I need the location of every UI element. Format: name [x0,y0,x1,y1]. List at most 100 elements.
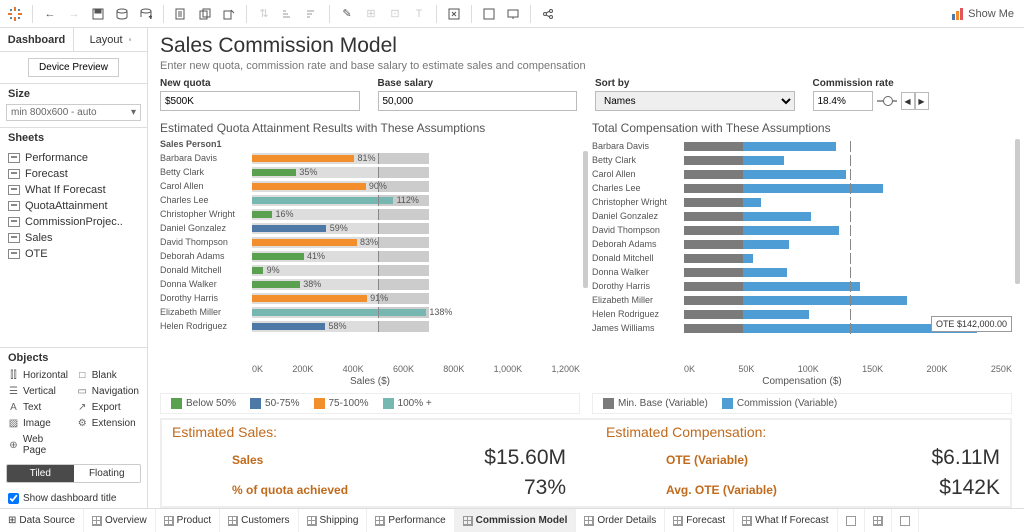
legend-item: 100% + [383,398,432,409]
bottom-tab[interactable]: Product [156,509,220,532]
new-datasource-icon[interactable] [111,3,133,25]
object-text[interactable]: AText [4,400,73,415]
sort-asc-icon[interactable] [277,3,299,25]
object-export[interactable]: ↗Export [73,400,143,415]
new-dashboard-tab[interactable] [865,509,892,532]
comp-bar-row: Daniel Gonzalez [592,209,1012,223]
bottom-tab[interactable]: Performance [367,509,454,532]
comp-bar-row: Betty Clark [592,153,1012,167]
comp-bar-row: David Thompson [592,223,1012,237]
web page-icon: ⊕ [8,440,19,451]
new-worksheet-icon[interactable] [170,3,192,25]
image-icon: ▨ [8,418,19,429]
step-prev-icon[interactable]: ◀ [901,92,915,110]
fit-icon[interactable] [443,3,465,25]
size-value[interactable]: min 800x600 - auto▾ [6,104,141,121]
tiled-toggle[interactable]: Tiled [7,465,74,482]
worksheet-icon [8,217,20,227]
dashboard-subtitle: Enter new quota, commission rate and bas… [160,60,1012,72]
object-navigation[interactable]: ▭Navigation [73,384,143,399]
legend-item: Min. Base (Variable) [603,398,708,409]
object-vertical[interactable]: ☰Vertical [4,384,73,399]
bottom-tab[interactable]: Overview [84,509,156,532]
bottom-tab[interactable]: What If Forecast [734,509,837,532]
highlight-icon[interactable]: ✎ [336,3,358,25]
cards-icon[interactable] [478,3,500,25]
labels-icon[interactable]: T [408,3,430,25]
show-me-button[interactable]: Show Me [946,8,1020,20]
group-icon[interactable]: ⊞ [360,3,382,25]
object-image[interactable]: ▨Image [4,416,73,431]
sheet-tab-icon [92,516,102,526]
back-icon[interactable]: ← [39,3,61,25]
dashboard-side-panel: Dashboard Layout◦ Device Preview Size mi… [0,28,148,508]
device-preview-button[interactable]: Device Preview [28,58,119,77]
new-story-tab[interactable] [892,509,919,532]
ote-tooltip: OTE $142,000.00 [931,316,1012,332]
text-icon: A [8,402,19,413]
forward-icon[interactable]: → [63,3,85,25]
tableau-logo-icon[interactable] [4,3,26,25]
bottom-tab[interactable]: Order Details [576,509,665,532]
bottom-tab[interactable]: Commission Model [455,509,577,532]
quota-bar-row: Daniel Gonzalez59% [160,221,580,235]
object-web page[interactable]: ⊕Web Page [4,432,73,458]
sort-desc-icon[interactable] [301,3,323,25]
param-base-input[interactable] [378,91,578,111]
quota-bar-row: Donna Walker38% [160,277,580,291]
floating-toggle[interactable]: Floating [74,465,141,482]
chart2-xlabel: Compensation ($) [592,376,1012,387]
summary-box: Estimated Sales: Estimated Compensation:… [160,418,1012,508]
sheet-item[interactable]: Sales [0,230,147,246]
scrollbar-thumb[interactable] [1015,139,1020,284]
new-worksheet-tab[interactable] [838,509,865,532]
param-quota-input[interactable] [160,91,360,111]
scrollbar-thumb[interactable] [583,151,588,288]
sheet-item[interactable]: OTE [0,246,147,262]
step-next-icon[interactable]: ▶ [915,92,929,110]
sheet-item[interactable]: Forecast [0,166,147,182]
comp-bar-row: Christopher Wright [592,195,1012,209]
show-title-checkbox[interactable]: Show dashboard title [0,489,147,508]
sheet-item[interactable]: QuotaAttainment [0,198,147,214]
bottom-tab[interactable]: Forecast [665,509,734,532]
dashboard-canvas: Sales Commission Model Enter new quota, … [148,28,1024,508]
tab-dashboard[interactable]: Dashboard [0,28,74,51]
quota-bar-row: Elizabeth Miller138% [160,305,580,319]
datasource-icon: ⊞ [8,515,16,526]
quota-bar-row: Donald Mitchell9% [160,263,580,277]
save-icon[interactable] [87,3,109,25]
object-blank[interactable]: □Blank [73,368,143,383]
bottom-tab[interactable]: Shipping [299,509,368,532]
sheet-item[interactable]: Performance [0,150,147,166]
objects-header: Objects [0,348,147,368]
pause-auto-icon[interactable]: + [135,3,157,25]
sheet-item[interactable]: CommissionProjec.. [0,214,147,230]
swap-icon[interactable]: ⇅ [253,3,275,25]
worksheet-icon [8,233,20,243]
worksheet-icon [8,169,20,179]
clear-icon[interactable] [218,3,240,25]
new-story-icon [900,516,910,526]
bottom-tab[interactable]: ⊞Data Source [0,509,84,532]
param-comm-slider[interactable] [877,100,897,102]
param-comm-input[interactable] [813,91,873,111]
sheet-tab-icon [164,516,174,526]
object-horizontal[interactable]: ⫿⫿Horizontal [4,368,73,383]
share-icon[interactable] [537,3,559,25]
sheet-tab-icon [463,516,473,526]
legend-quota: Below 50%50-75%75-100%100% + [160,393,580,414]
object-extension[interactable]: ⚙Extension [73,416,143,431]
vertical-icon: ☰ [8,386,19,397]
worksheet-icon [8,249,20,259]
duplicate-icon[interactable] [194,3,216,25]
presentation-icon[interactable] [502,3,524,25]
quota-bar-row: Betty Clark35% [160,165,580,179]
sheet-item[interactable]: What If Forecast [0,182,147,198]
param-sort-select[interactable]: Names [595,91,795,111]
bottom-tab[interactable]: Customers [220,509,298,532]
totals-icon[interactable]: ⊡ [384,3,406,25]
tab-layout[interactable]: Layout◦ [74,28,147,51]
chart2-title: Total Compensation with These Assumption… [592,121,1012,135]
param-comm-label: Commission rate [813,78,1013,89]
